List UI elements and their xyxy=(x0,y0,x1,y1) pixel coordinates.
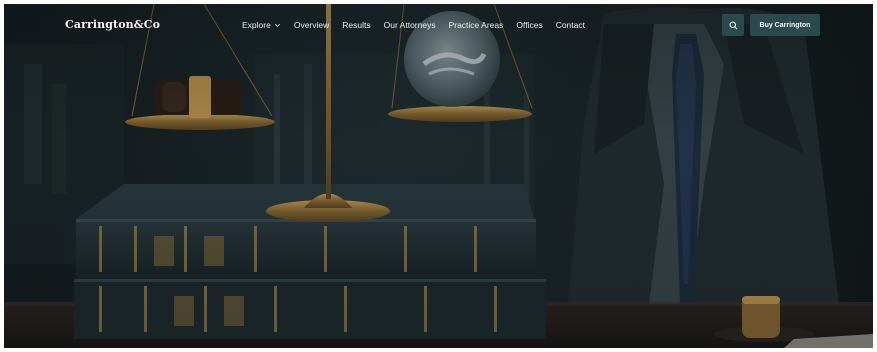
nav-item-label: Offices xyxy=(516,20,543,30)
hero-overlay xyxy=(4,4,873,348)
nav-item-label: Results xyxy=(342,20,371,30)
nav-item-label: Our Attorneys xyxy=(383,20,436,30)
search-icon xyxy=(729,21,737,29)
nav-item-label: Contact xyxy=(555,20,585,30)
page-frame: Carrington&Co Explore Overview Results O… xyxy=(4,4,873,348)
nav-item-label: Practice Areas xyxy=(448,20,504,30)
nav-item-label: Overview xyxy=(293,20,330,30)
top-navigation: Carrington&Co Explore Overview Results O… xyxy=(4,4,873,48)
nav-item-practice-areas[interactable]: Practice Areas xyxy=(449,20,504,30)
nav-links: Explore Overview Results Our Attorneys P… xyxy=(242,20,585,30)
nav-item-explore[interactable]: Explore xyxy=(242,20,281,30)
nav-item-results[interactable]: Results xyxy=(342,20,370,30)
nav-item-our-attorneys[interactable]: Our Attorneys xyxy=(384,20,436,30)
nav-item-label: Explore xyxy=(242,20,271,30)
buy-carrington-button[interactable]: Buy Carrington xyxy=(750,14,820,36)
nav-item-overview[interactable]: Overview xyxy=(294,20,329,30)
nav-item-contact[interactable]: Contact xyxy=(556,20,585,30)
chevron-down-icon xyxy=(274,23,280,27)
logo[interactable]: Carrington&Co xyxy=(65,18,160,31)
nav-item-offices[interactable]: Offices xyxy=(516,20,542,30)
search-button[interactable] xyxy=(722,14,744,36)
